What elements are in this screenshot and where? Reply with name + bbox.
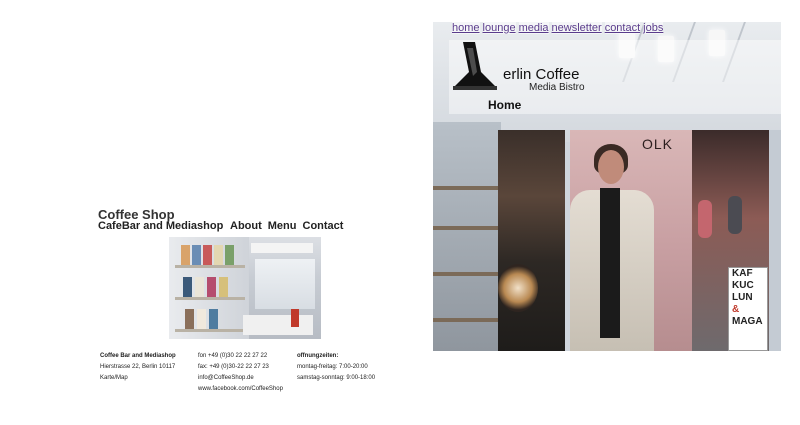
sign-line: LUN [732, 292, 753, 303]
photo-border [769, 130, 781, 351]
facebook-link[interactable]: www.facebook.com/CoffeeShop [198, 384, 283, 395]
map-link[interactable]: Karte/Map [100, 373, 176, 384]
email-link[interactable]: info@CoffeeShop.de [198, 373, 283, 384]
hours-weekdays: montag-freitag: 7:00-20:00 [297, 364, 368, 370]
address: Hierstrasse 22, Berlin 10117 [100, 364, 176, 370]
page-title: Home [488, 98, 522, 112]
sign-line: & [732, 304, 740, 315]
portrait-sign-text: OLK [642, 136, 674, 152]
business-name: Coffee Bar and Mediashop [100, 353, 176, 359]
contact-details: fon +49 (0)30 22 22 27 22 fax: +49 (0)30… [198, 351, 283, 395]
nav-menu[interactable]: Menu [268, 220, 297, 232]
street-sign: KAF KUC LUN & MAGA [728, 267, 768, 351]
berlin-coffee-logo-icon[interactable] [453, 42, 497, 90]
sign-line: MAGA [732, 316, 763, 327]
hours-weekend: samstag-sonntag: 9:00-18:00 [297, 375, 376, 381]
top-nav: home lounge media newsletter contact job… [452, 22, 664, 34]
logo-subtitle: Media Bistro [529, 82, 585, 93]
interior-wall-photo [433, 122, 501, 351]
shop-interior-photo [169, 237, 321, 339]
logo-name: erlin Coffee [503, 66, 580, 83]
nav-contact[interactable]: contact [604, 22, 641, 34]
portrait-photo: OLK [570, 130, 694, 351]
sign-line: KUC [732, 280, 754, 291]
nav-contact[interactable]: Contact [303, 220, 344, 232]
main-nav: About Menu Contact [230, 220, 343, 232]
fax: fax: +49 (0)30-22 22 27 23 [198, 364, 269, 370]
nav-newsletter[interactable]: newsletter [551, 22, 602, 34]
nav-jobs[interactable]: jobs [643, 22, 664, 34]
berlin-coffee-site: OLK KAF KUC LUN & MAGA home lounge media… [433, 22, 781, 351]
nav-lounge[interactable]: lounge [482, 22, 516, 34]
nav-home[interactable]: home [452, 22, 480, 34]
latte-cup-photo [498, 264, 538, 312]
phone: fon +49 (0)30 22 22 27 22 [198, 353, 268, 359]
site-subtitle: CafeBar and Mediashop [98, 220, 224, 232]
opening-hours: offnungzeiten: montag-freitag: 7:00-20:0… [297, 351, 375, 384]
hours-heading: offnungzeiten: [297, 353, 339, 359]
sign-line: KAF [732, 268, 753, 279]
nav-about[interactable]: About [230, 220, 262, 232]
coffee-photo [498, 130, 565, 351]
nav-media[interactable]: media [518, 22, 549, 34]
contact-name-address: Coffee Bar and Mediashop Hierstrasse 22,… [100, 351, 176, 384]
